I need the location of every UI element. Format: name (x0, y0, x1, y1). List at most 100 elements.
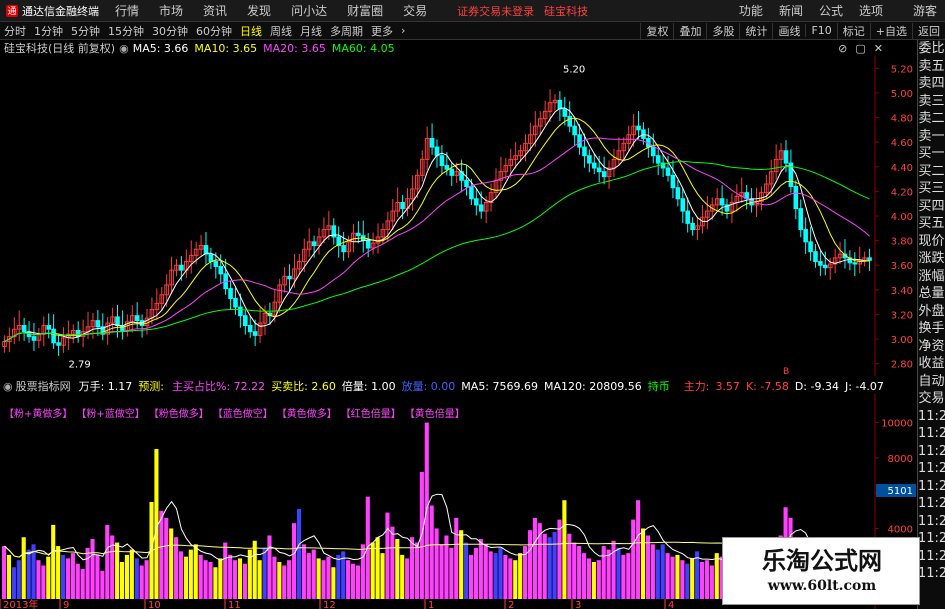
menu-xinwen[interactable]: 新闻 (771, 2, 811, 19)
quote-field-label: 卖一 (918, 128, 945, 144)
tool-diejia[interactable]: 叠加 (673, 22, 706, 39)
quote-field-label: 11:2 (918, 461, 945, 476)
volume-bar (129, 549, 134, 599)
menu-item-jiaoyi[interactable]: 交易 (393, 2, 437, 19)
quote-field-label: 11:2 (918, 408, 945, 424)
volume-bar (459, 530, 464, 599)
menu-item-hangqing[interactable]: 行情 (105, 2, 149, 19)
candlestick-chart[interactable]: 5.20 5.00 4.80 4.60 4.40 4.20 4.00 3.80 3.60 3.40… (0, 56, 917, 376)
candle-body (675, 187, 681, 200)
period-60min[interactable]: 60分钟 (192, 23, 236, 39)
volume-bar (606, 549, 611, 599)
volume-bar (306, 553, 311, 599)
lock-icon[interactable]: ⊘ (838, 42, 847, 55)
volume-bar (267, 535, 272, 599)
maimai-label: 买卖比: 2.60 (271, 380, 336, 393)
menu-item-zixun[interactable]: 资讯 (193, 2, 237, 19)
period-weekly[interactable]: 周线 (266, 23, 296, 39)
watermark-url: www.60lt.com (767, 578, 877, 594)
volume-bar (228, 554, 233, 599)
volume-bar (670, 556, 675, 599)
login-notice: 证券交易未登录 硅宝科技 (457, 3, 598, 19)
volume-bar (532, 517, 537, 599)
candle-body (582, 146, 587, 157)
panel-settings-icon[interactable]: ◉ (3, 380, 13, 393)
menu-item-caifuquan[interactable]: 财富圈 (337, 2, 393, 19)
candle-body (803, 229, 808, 243)
period-more[interactable]: 更多 (367, 23, 397, 39)
volume-bar (65, 558, 71, 599)
volume-bar (36, 560, 41, 599)
candle-body (596, 167, 602, 173)
quote-field-label: 买二 (918, 163, 945, 179)
expand-icon[interactable]: ▢ (855, 42, 865, 55)
quote-field-label: 买三 (918, 181, 945, 196)
menu-xuanxiang[interactable]: 选项 (851, 2, 891, 19)
tool-fuquan[interactable]: 复权 (640, 22, 673, 39)
candle-body (341, 245, 346, 253)
date-label: 3 (575, 600, 581, 609)
volume-bar (223, 542, 228, 599)
tool-duogu[interactable]: 多股 (706, 22, 739, 39)
volume-bar (144, 560, 149, 599)
price-tick-label: 4.40 (891, 163, 913, 174)
volume-bar (582, 553, 587, 599)
tool-huaxian[interactable]: 画线 (772, 22, 805, 39)
logo-icon: 通 (6, 4, 18, 17)
menu-bar: 通通达信金融终端 行情 市场 资讯 发现 问小达 财富圈 交易 证券交易未登录硅… (0, 0, 945, 22)
notice-login[interactable]: 证券交易未登录 (457, 5, 534, 18)
volume-bar (311, 549, 316, 599)
volume-bar (301, 544, 306, 599)
volume-bar (586, 558, 592, 599)
volume-bar (60, 554, 66, 599)
candle-body (793, 185, 799, 210)
period-multi[interactable]: 多周期 (326, 23, 367, 39)
tool-tongji[interactable]: 统计 (739, 22, 772, 39)
k-label: K: -7.58 (745, 379, 789, 393)
volume-bar (169, 528, 174, 599)
period-monthly[interactable]: 月线 (296, 23, 326, 39)
volume-bar (685, 563, 690, 599)
quote-field-label: 11:2 (918, 443, 945, 459)
menu-item-faxian[interactable]: 发现 (237, 2, 281, 19)
menu-gongneng[interactable]: 功能 (731, 2, 771, 19)
candle-body (95, 320, 101, 328)
price-tick-label: 3.80 (891, 237, 913, 248)
period-5min[interactable]: 5分钟 (67, 23, 104, 39)
date-label: 11 (228, 600, 241, 609)
chevron-right-icon[interactable]: › (397, 24, 409, 37)
candle-body (469, 185, 474, 200)
volume-bar (75, 563, 80, 599)
period-fenshi[interactable]: 分时 (0, 23, 30, 39)
volume-bar (193, 544, 198, 599)
period-daily[interactable]: 日线 (236, 23, 266, 39)
volume-bar (233, 560, 238, 599)
settings-icon[interactable]: ◉ (119, 42, 129, 55)
period-30min[interactable]: 30分钟 (148, 23, 192, 39)
menu-item-wenxiaoda[interactable]: 问小达 (281, 2, 337, 19)
period-1min[interactable]: 1分钟 (30, 23, 67, 39)
tool-zixuan[interactable]: +自选 (869, 22, 912, 39)
d-label: D: -9.34 (794, 379, 839, 393)
volume-bar (434, 528, 439, 599)
volume-bar (262, 547, 267, 599)
volume-bar (621, 554, 626, 599)
period-15min[interactable]: 15分钟 (104, 23, 148, 39)
indicator-title: 股票指标网 (15, 380, 71, 393)
quote-field-label: 卖三 (918, 93, 945, 109)
candle-body (243, 315, 248, 327)
volume-bar (473, 547, 478, 599)
volume-bar (454, 517, 459, 599)
tool-biaoji[interactable]: 标记 (836, 22, 870, 39)
volume-bar (26, 549, 31, 599)
guest-button[interactable]: 游客 (905, 2, 945, 19)
menu-item-shichang[interactable]: 市场 (149, 2, 193, 19)
menu-gongshi[interactable]: 公式 (811, 2, 851, 19)
candle-body (557, 99, 563, 110)
volume-bar (178, 551, 184, 599)
tool-fanhui[interactable]: 返回 (912, 22, 945, 39)
close-icon[interactable]: ✕ (874, 42, 883, 55)
quote-field-label: 委比 (918, 41, 945, 56)
volume-bar (277, 561, 282, 599)
tool-f10[interactable]: F10 (805, 24, 836, 37)
